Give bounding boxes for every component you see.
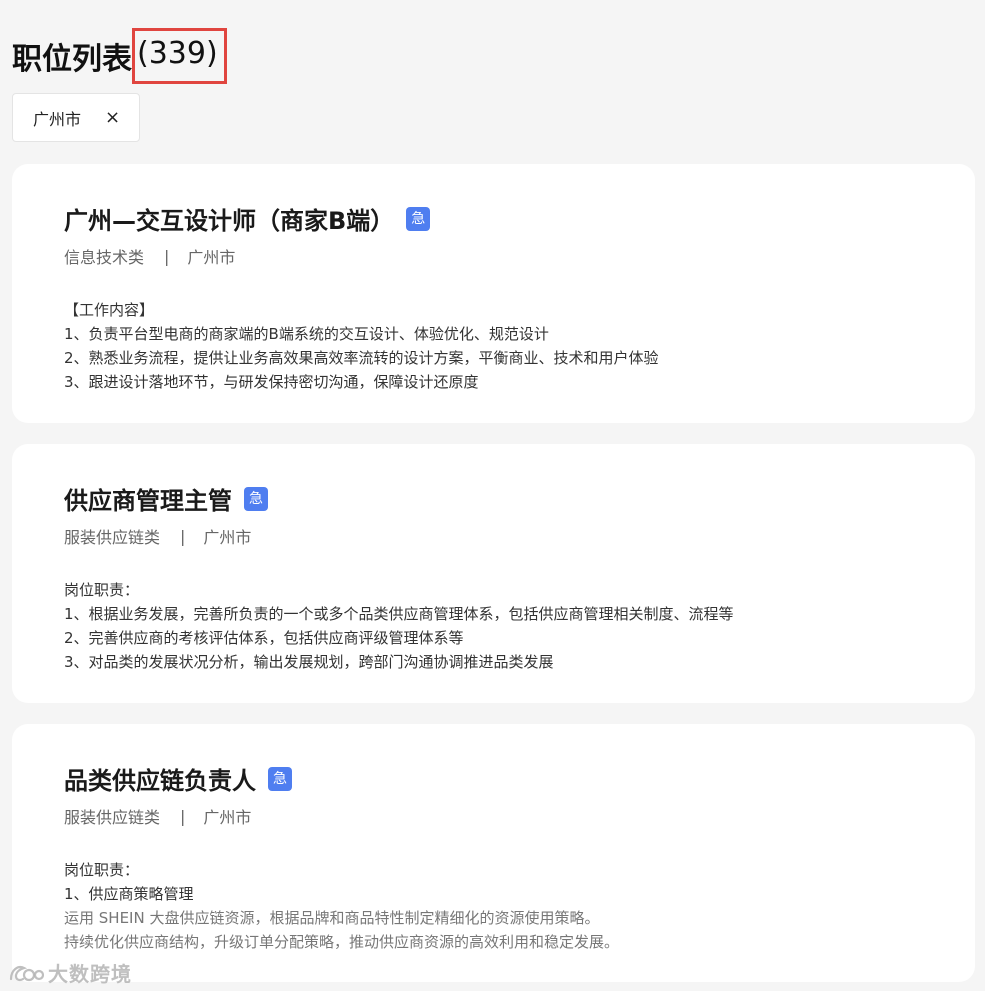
job-location: 广州市	[187, 248, 236, 267]
close-icon[interactable]: ×	[105, 107, 120, 128]
job-category: 服装供应链类	[64, 528, 161, 547]
job-location: 广州市	[203, 528, 252, 547]
desc-line: 2、完善供应商的考核评估体系，包括供应商评级管理体系等	[64, 629, 464, 647]
desc-line: 【工作内容】	[64, 301, 155, 319]
job-meta: 服装供应链类 | 广州市	[64, 524, 251, 548]
job-description: 【工作内容】 1、负责平台型电商的商家端的B端系统的交互设计、体验优化、规范设计…	[64, 298, 659, 394]
filter-chip-location[interactable]: 广州市 ×	[12, 93, 140, 142]
job-card[interactable]: 广州—交互设计师（商家B端） 急 信息技术类 | 广州市 【工作内容】 1、负责…	[12, 164, 975, 423]
desc-line: 2、熟悉业务流程，提供让业务高效果高效率流转的设计方案，平衡商业、技术和用户体验	[64, 349, 659, 367]
meta-separator: |	[164, 246, 170, 266]
job-card[interactable]: 供应商管理主管 急 服装供应链类 | 广州市 岗位职责： 1、根据业务发展，完善…	[12, 444, 975, 703]
urgent-badge: 急	[406, 206, 431, 231]
job-title[interactable]: 供应商管理主管	[64, 481, 232, 516]
desc-line: 3、跟进设计落地环节，与研发保持密切沟通，保障设计还原度	[64, 373, 479, 391]
watermark-text: 大数跨境	[48, 962, 132, 986]
page-header: 职位列表 (339)	[12, 28, 227, 84]
desc-line: 3、对品类的发展状况分析，输出发展规划，跨部门沟通协调推进品类发展	[64, 653, 554, 671]
desc-line: 岗位职责：	[64, 581, 140, 599]
urgent-badge: 急	[244, 486, 268, 511]
job-title-row: 广州—交互设计师（商家B端） 急	[64, 201, 431, 236]
meta-separator: |	[180, 806, 186, 826]
desc-line: 持续优化供应商结构，升级订单分配策略，推动供应商资源的高效利用和稳定发展。	[64, 933, 620, 951]
job-description: 岗位职责： 1、供应商策略管理 运用 SHEIN 大盘供应链资源，根据品牌和商品…	[64, 858, 619, 954]
watermark: 大数跨境	[8, 958, 132, 987]
watermark-logo-icon	[9, 965, 44, 981]
meta-separator: |	[180, 526, 186, 546]
urgent-badge: 急	[268, 766, 292, 791]
desc-line: 1、供应商策略管理	[64, 885, 194, 903]
desc-line: 1、根据业务发展，完善所负责的一个或多个品类供应商管理体系，包括供应商管理相关制…	[64, 605, 734, 623]
filter-chip-label: 广州市	[33, 109, 82, 129]
desc-line: 1、负责平台型电商的商家端的B端系统的交互设计、体验优化、规范设计	[64, 325, 549, 343]
desc-line: 运用 SHEIN 大盘供应链资源，根据品牌和商品特性制定精细化的资源使用策略。	[64, 909, 600, 927]
job-title-row: 品类供应链负责人 急	[64, 761, 292, 796]
desc-line: 岗位职责：	[64, 861, 140, 879]
job-category: 信息技术类	[64, 248, 145, 267]
job-description: 岗位职责： 1、根据业务发展，完善所负责的一个或多个品类供应商管理体系，包括供应…	[64, 578, 734, 674]
job-meta: 信息技术类 | 广州市	[64, 244, 235, 268]
job-card[interactable]: 品类供应链负责人 急 服装供应链类 | 广州市 岗位职责： 1、供应商策略管理 …	[12, 724, 975, 982]
job-title[interactable]: 广州—交互设计师（商家B端）	[64, 201, 394, 236]
page-title: 职位列表	[12, 42, 132, 77]
job-title-row: 供应商管理主管 急	[64, 481, 268, 516]
job-category: 服装供应链类	[64, 808, 161, 827]
job-location: 广州市	[203, 808, 252, 827]
job-count: (339)	[132, 28, 227, 84]
job-meta: 服装供应链类 | 广州市	[64, 804, 251, 828]
job-title[interactable]: 品类供应链负责人	[64, 761, 256, 796]
